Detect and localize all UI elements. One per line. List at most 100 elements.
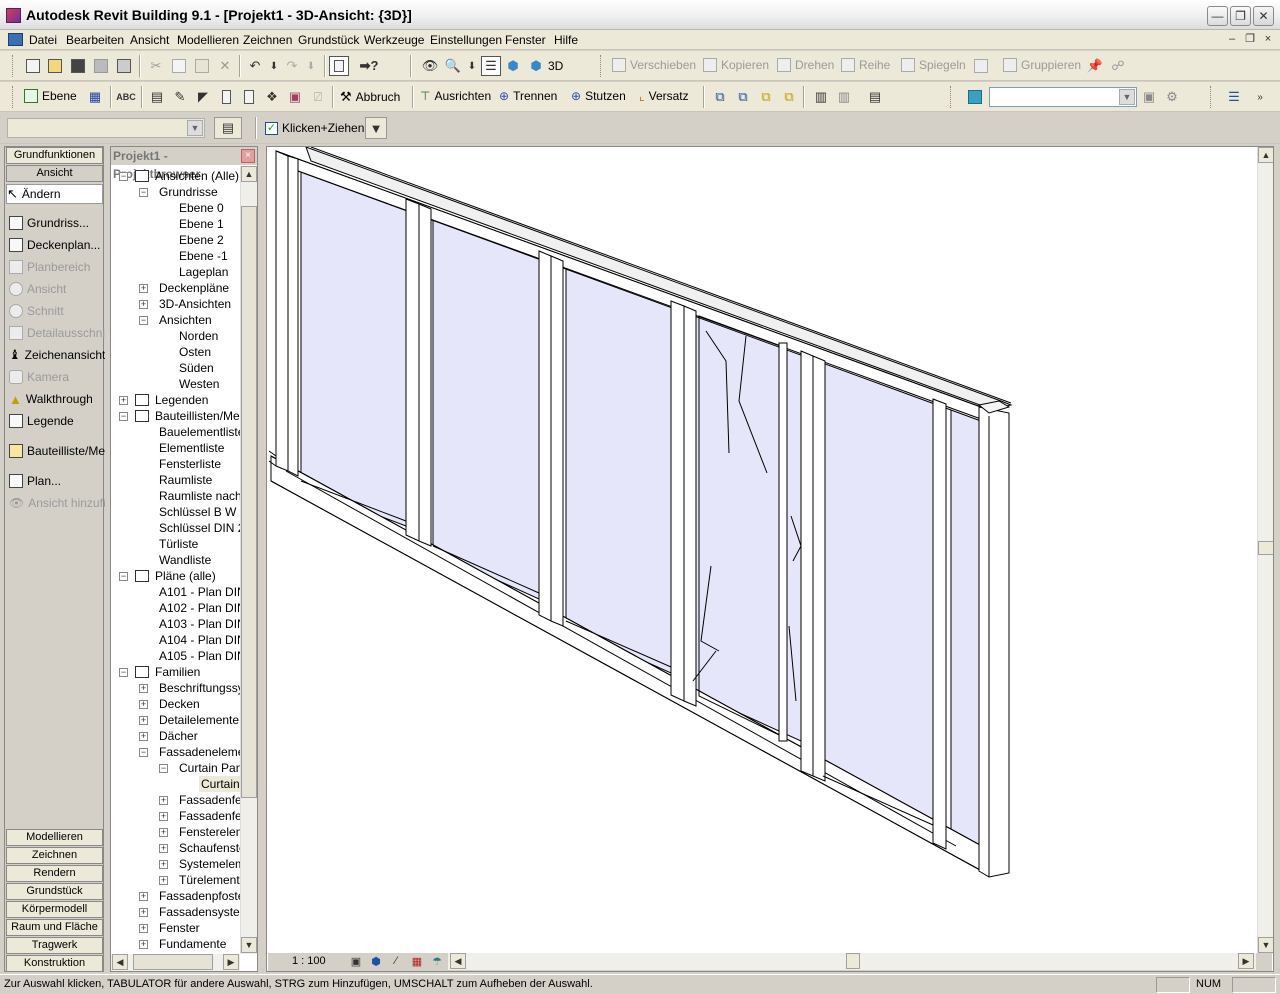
filter-icon[interactable]: ▼ bbox=[365, 117, 387, 139]
type-selector[interactable]: ▼ bbox=[7, 118, 205, 138]
toolbar-grip[interactable] bbox=[1210, 86, 1213, 108]
abbruch-button[interactable]: ⚒ Abbruch bbox=[340, 89, 400, 105]
expand-icon[interactable]: + bbox=[139, 684, 148, 693]
menu-werkzeuge[interactable]: Werkzeuge bbox=[364, 33, 424, 47]
expand-icon[interactable]: + bbox=[139, 700, 148, 709]
camera-tool[interactable]: Kamera bbox=[9, 367, 105, 387]
menu-einstellungen[interactable]: Einstellungen bbox=[430, 33, 502, 47]
expand-icon[interactable]: + bbox=[159, 860, 168, 869]
toolbar-grip[interactable] bbox=[950, 86, 953, 108]
modify-tool[interactable]: ↖ Ändern bbox=[6, 184, 103, 204]
unjoin-geometry-icon[interactable]: ⧉ bbox=[733, 87, 753, 107]
browser-tree-item[interactable]: Ansichten bbox=[159, 312, 212, 328]
mirror-button[interactable]: Spiegeln bbox=[901, 58, 966, 72]
browser-tree-item[interactable]: A101 - Plan DIN bbox=[159, 584, 246, 600]
drafting-view-tool[interactable]: ♝Zeichenansicht... bbox=[9, 345, 105, 365]
browser-tree-item[interactable]: A104 - Plan DIN bbox=[159, 632, 246, 648]
plan-region-tool[interactable]: Planbereich bbox=[9, 257, 105, 277]
split-face-icon[interactable]: ⍁ bbox=[308, 87, 328, 107]
drag-checkbox[interactable]: ✓ Klicken+Ziehen bbox=[265, 121, 364, 135]
resize-icon[interactable] bbox=[971, 56, 991, 76]
browser-tree-item[interactable]: Fassadensystem bbox=[159, 904, 250, 920]
menu-datei[interactable]: Datei bbox=[29, 33, 57, 47]
offset-button[interactable]: ⌞ Versatz bbox=[639, 89, 689, 103]
zoom-dropdown-icon[interactable]: ⬇ bbox=[462, 56, 482, 76]
browser-tree-item[interactable]: Fensterliste bbox=[159, 456, 221, 472]
browser-tree-item[interactable]: 3D-Ansichten bbox=[159, 296, 231, 312]
expand-icon[interactable]: + bbox=[139, 892, 148, 901]
dimension-icon[interactable]: ▤ bbox=[147, 87, 167, 107]
scale-label[interactable]: 1 : 100 bbox=[292, 955, 326, 967]
scroll-up-icon[interactable]: ▲ bbox=[241, 166, 257, 182]
render-scene-icon[interactable] bbox=[965, 87, 985, 107]
browser-tree-item[interactable]: Detailelemente bbox=[159, 712, 239, 728]
tab-modellieren[interactable]: Modellieren bbox=[6, 829, 103, 846]
expand-icon[interactable]: + bbox=[119, 396, 128, 405]
sheet-tool[interactable]: Plan... bbox=[9, 471, 105, 491]
copy-button[interactable]: Kopieren bbox=[703, 58, 769, 72]
legend-tool[interactable]: Legende bbox=[9, 411, 105, 431]
expand-icon[interactable]: + bbox=[139, 732, 148, 741]
walkthrough-tool[interactable]: ▲ Walkthrough bbox=[9, 389, 105, 409]
copy-icon[interactable] bbox=[169, 56, 189, 76]
browser-tree-item[interactable]: A102 - Plan DIN bbox=[159, 600, 246, 616]
view-cube-icon[interactable]: ⬢ bbox=[503, 56, 523, 76]
menu-modellieren[interactable]: Modellieren bbox=[177, 33, 239, 47]
collapse-icon[interactable]: − bbox=[159, 764, 168, 773]
menu-hilfe[interactable]: Hilfe bbox=[554, 33, 578, 47]
browser-tree-item[interactable]: Norden bbox=[179, 328, 218, 344]
view-3d-label[interactable]: 3D bbox=[548, 59, 563, 73]
browser-tree-item[interactable]: Osten bbox=[179, 344, 211, 360]
browser-tree-item[interactable]: Legenden bbox=[155, 392, 208, 408]
pick-icon[interactable]: ✎ bbox=[170, 87, 190, 107]
menu-bearbeiten[interactable]: Bearbeiten bbox=[66, 33, 124, 47]
browser-tree-item[interactable]: Ebene 0 bbox=[179, 200, 224, 216]
browser-tree-item[interactable]: Pläne (alle) bbox=[155, 568, 216, 584]
scroll-right-icon[interactable]: ▶ bbox=[223, 954, 239, 970]
shadows-icon[interactable]: ∕ bbox=[388, 953, 404, 969]
schedule-tool[interactable]: Bauteilliste/Mengen bbox=[9, 441, 105, 461]
browser-tree-item[interactable]: Westen bbox=[179, 376, 219, 392]
collapse-icon[interactable]: − bbox=[119, 572, 128, 581]
view-horizontal-scrollbar[interactable]: ◀ ▶ bbox=[448, 953, 1256, 970]
collapse-icon[interactable]: − bbox=[139, 188, 148, 197]
tab-grundfunktionen[interactable]: Grundfunktionen bbox=[6, 147, 103, 164]
document-icon[interactable] bbox=[8, 33, 23, 46]
browser-tree-item[interactable]: Decken bbox=[159, 696, 200, 712]
wall-icon[interactable] bbox=[216, 87, 236, 107]
tab-konstruktion[interactable]: Konstruktion bbox=[6, 955, 103, 972]
graph-icon[interactable]: ▤ bbox=[865, 87, 885, 107]
scroll-thumb[interactable] bbox=[1258, 541, 1273, 555]
browser-tree-item[interactable]: Fenster bbox=[159, 920, 200, 936]
move-button[interactable]: Verschieben bbox=[612, 58, 696, 72]
scroll-thumb[interactable] bbox=[846, 953, 860, 969]
expand-icon[interactable]: + bbox=[139, 300, 148, 309]
open-icon[interactable] bbox=[45, 56, 65, 76]
expand-icon[interactable]: + bbox=[159, 844, 168, 853]
view-3d-icon[interactable]: ⬢ bbox=[526, 56, 546, 76]
rotate-button[interactable]: Drehen bbox=[777, 58, 834, 72]
context-help-icon[interactable]: ➡? bbox=[359, 56, 379, 76]
array-button[interactable]: Reihe bbox=[841, 58, 890, 72]
browser-tree-item[interactable]: Fundamente bbox=[159, 936, 226, 952]
close-button[interactable]: ✕ bbox=[1253, 6, 1274, 26]
expand-icon[interactable]: + bbox=[159, 796, 168, 805]
menu-ansicht[interactable]: Ansicht bbox=[130, 33, 169, 47]
expand-icon[interactable]: + bbox=[139, 940, 148, 949]
browser-tree-item[interactable]: Grundrisse bbox=[159, 184, 218, 200]
collapse-icon[interactable]: − bbox=[119, 172, 128, 181]
browser-tree-item[interactable]: Deckenpläne bbox=[159, 280, 229, 296]
raytrace-icon[interactable]: ⚙ bbox=[1162, 87, 1182, 107]
browser-tree-item[interactable]: Ebene -1 bbox=[179, 248, 228, 264]
section-tool[interactable]: Schnitt bbox=[9, 301, 105, 321]
door-icon[interactable] bbox=[239, 87, 259, 107]
scroll-right-icon[interactable]: ▶ bbox=[1238, 953, 1254, 969]
new-icon[interactable] bbox=[23, 56, 43, 76]
expand-icon[interactable]: + bbox=[139, 284, 148, 293]
menu-grundstueck[interactable]: Grundstück bbox=[298, 33, 359, 47]
crop-region-icon[interactable]: ▦ bbox=[409, 953, 425, 969]
browser-horizontal-scrollbar[interactable]: ◀ ▶ bbox=[111, 954, 240, 971]
menu-fenster[interactable]: Fenster bbox=[505, 33, 546, 47]
expand-icon[interactable]: + bbox=[139, 924, 148, 933]
scroll-left-icon[interactable]: ◀ bbox=[450, 953, 466, 969]
